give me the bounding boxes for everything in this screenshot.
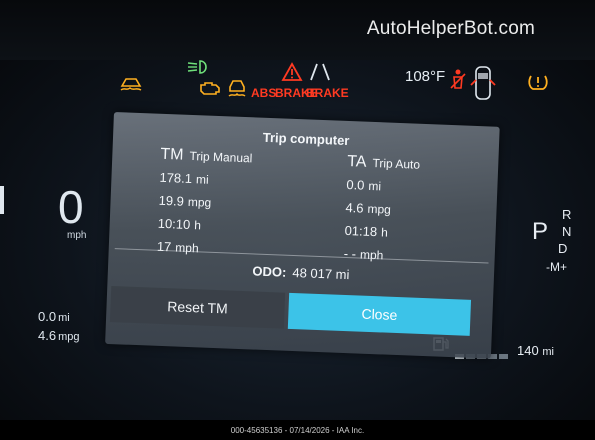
ta-time: 01:18 h <box>344 223 417 243</box>
watermark: AutoHelperBot.com <box>366 18 535 39</box>
tm-time-value: 10:10 <box>157 215 191 233</box>
tm-avg-speed-unit: mph <box>175 240 199 256</box>
trip-manual-name: Trip Manual <box>189 148 253 166</box>
ta-economy-unit: mpg <box>367 201 392 217</box>
traction-off-icon <box>120 78 142 91</box>
ta-economy: 4.6 mpg <box>345 200 418 220</box>
trip-auto-name: Trip Auto <box>372 155 421 172</box>
left-economy-unit: mpg <box>58 331 80 343</box>
trip-manual-abbr: TM <box>160 145 184 164</box>
ta-avg-speed: - - mph <box>343 246 416 266</box>
left-economy: 4.6 mpg <box>38 328 79 343</box>
ta-avg-speed-value: - - <box>343 245 357 262</box>
seatbelt-icon <box>450 69 466 89</box>
close-button[interactable]: Close <box>287 292 472 336</box>
tm-time-unit: h <box>193 218 202 233</box>
speed-unit: mph <box>67 230 87 241</box>
odometer-label: ODO: <box>252 263 287 280</box>
gear-selected: P <box>532 218 549 245</box>
ta-distance-value: 0.0 <box>346 176 365 193</box>
manual-mode-indicator: -M+ <box>546 260 567 274</box>
fuel-segment <box>499 354 508 359</box>
outside-temperature: 108°F <box>405 68 446 85</box>
tm-economy: 19.9 mpg <box>158 193 251 214</box>
tm-distance-value: 178.1 <box>159 169 193 187</box>
range-value: 140 <box>517 343 539 358</box>
odometer-value: 48 017 mi <box>292 264 350 283</box>
tm-distance: 178.1 mi <box>159 170 252 191</box>
left-distance-unit: mi <box>58 312 70 324</box>
abs-warning: ABS <box>251 86 277 100</box>
speed-readout: 0 <box>58 181 84 233</box>
gear-d: D <box>558 241 568 256</box>
warning-indicator-row <box>0 58 595 108</box>
trip-auto-header: TA Trip Auto <box>347 153 420 174</box>
image-caption: 000-45635136 - 07/14/2026 - IAA Inc. <box>230 426 365 435</box>
ta-economy-value: 4.6 <box>345 199 364 216</box>
trip-auto-abbr: TA <box>346 152 367 171</box>
tm-economy-unit: mpg <box>187 194 212 210</box>
tm-avg-speed-value: 17 <box>156 238 172 255</box>
ta-avg-speed-unit: mph <box>359 247 384 263</box>
ta-distance: 0.0 mi <box>346 177 419 197</box>
lane-assist-icon <box>310 63 330 81</box>
tm-economy-value: 19.9 <box>158 192 185 209</box>
stability-icon <box>228 80 246 97</box>
reset-tm-button[interactable]: Reset TM <box>109 286 286 329</box>
door-ajar-icon <box>470 66 496 100</box>
range-unit: mi <box>542 346 554 358</box>
trip-manual-header: TM Trip Manual <box>160 146 253 168</box>
tm-time: 10:10 h <box>157 216 250 237</box>
tm-avg-speed: 17 mph <box>157 239 250 260</box>
trip-auto-column: TA Trip Auto 0.0 mi 4.6 mpg 01:18 h - - mph <box>343 153 420 266</box>
trip-manual-column: TM Trip Manual 178.1 mi 19.9 mpg 10:10 h 17 m… <box>157 146 253 259</box>
odometer: ODO: 48 017 mi <box>108 258 494 288</box>
left-distance: 0.0 mi <box>38 309 70 324</box>
hazard-triangle-icon <box>281 62 303 81</box>
ta-time-value: 01:18 <box>344 222 378 240</box>
gear-r: R <box>562 207 572 222</box>
low-beam-icon <box>187 60 207 74</box>
tm-distance-unit: mi <box>195 172 209 187</box>
tire-pressure-icon <box>528 75 548 90</box>
brake-warning-2: BRAKE <box>306 86 349 100</box>
ta-time-unit: h <box>380 225 389 240</box>
left-gauge-marker <box>0 186 4 214</box>
fuel-range: 140 mi <box>517 343 554 358</box>
left-distance-value: 0.0 <box>38 309 57 324</box>
gear-n: N <box>562 224 572 239</box>
check-engine-icon <box>200 82 220 95</box>
left-economy-value: 4.6 <box>38 328 57 343</box>
trip-computer-dialog: Trip computer TM Trip Manual 178.1 mi 19.9… <box>105 112 500 359</box>
ta-distance-unit: mi <box>368 178 382 194</box>
